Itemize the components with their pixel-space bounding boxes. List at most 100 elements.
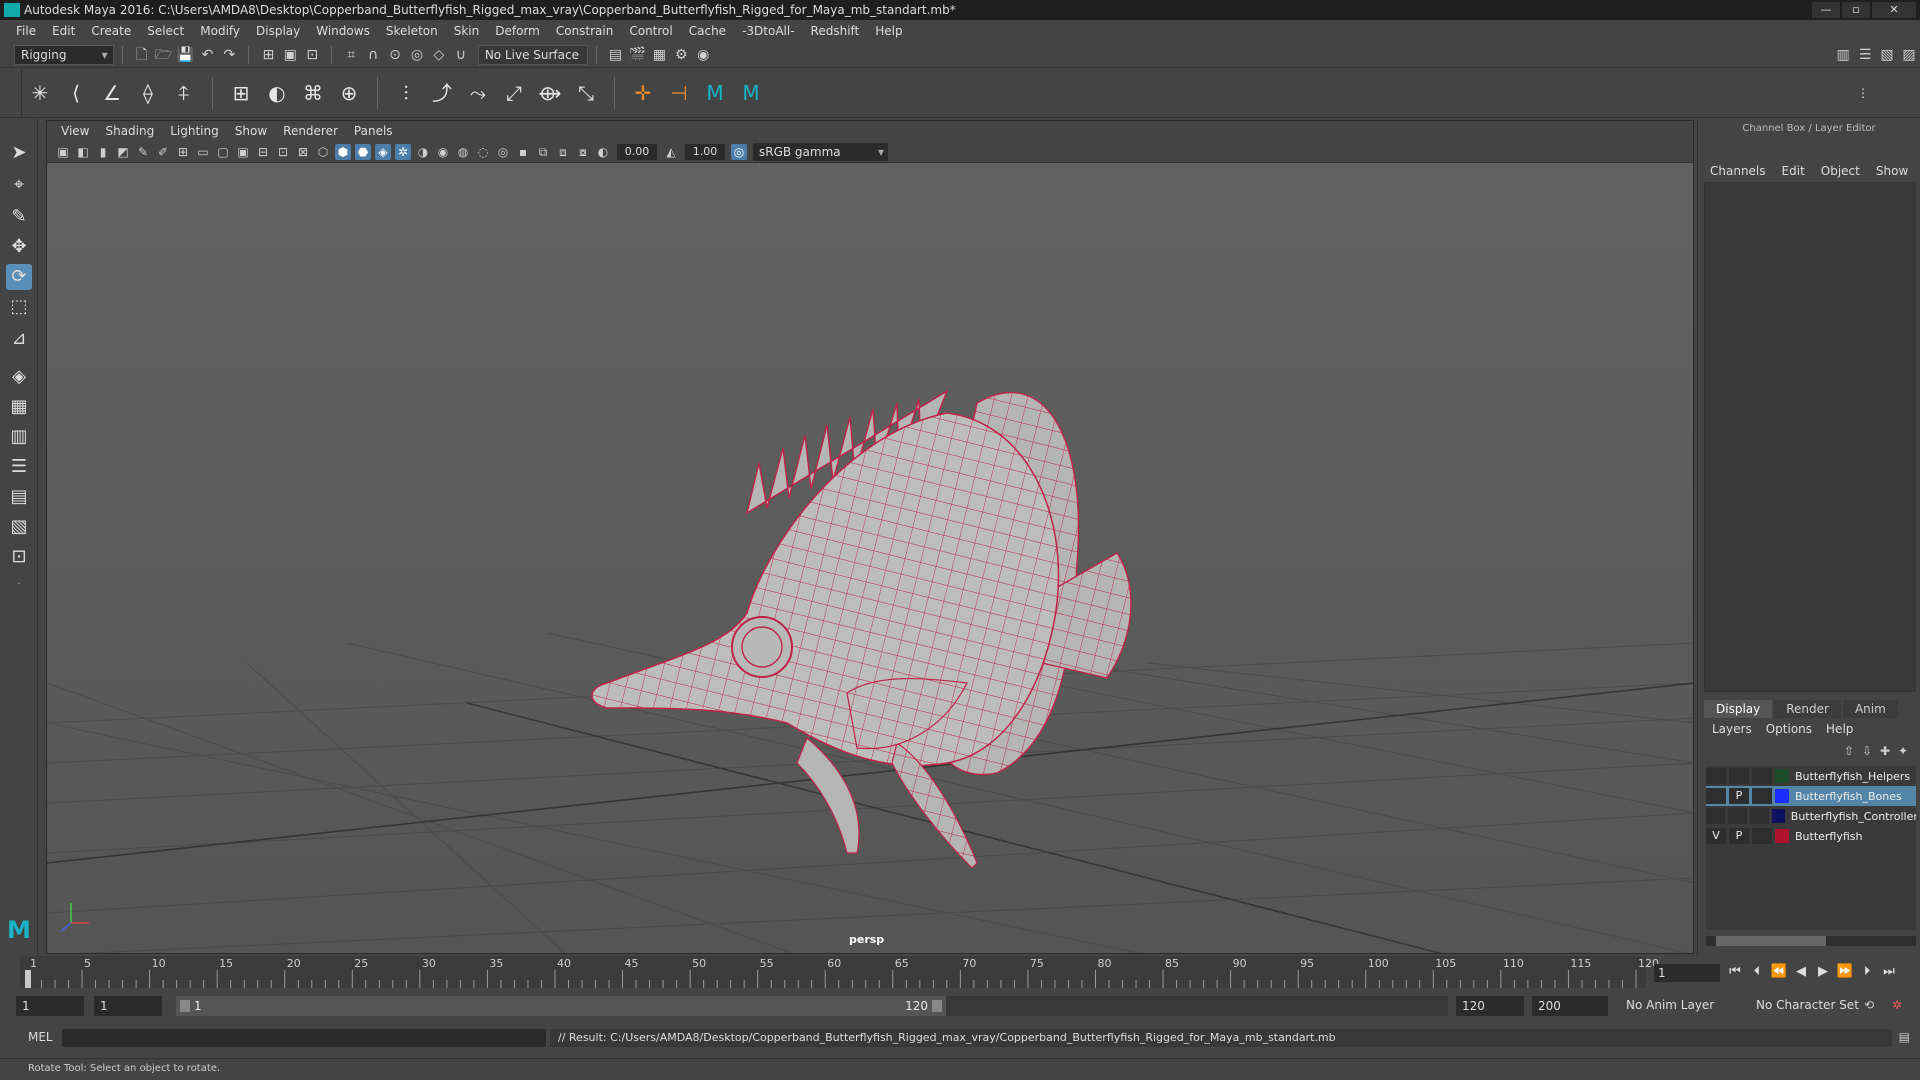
range-bar[interactable]: 1 120 <box>176 996 946 1016</box>
tab-render[interactable]: Render <box>1774 700 1841 718</box>
cluster-icon[interactable]: ◐ <box>263 79 291 107</box>
layer-display-type[interactable] <box>1752 768 1772 784</box>
camera-attributes-icon[interactable]: ◧ <box>75 144 91 160</box>
attribute-editor-icon[interactable]: ☰ <box>1856 46 1874 64</box>
shelf-scroll-icon[interactable]: ⋮ <box>1849 79 1877 107</box>
anim-layer-dropdown[interactable]: No Anim Layer <box>1626 998 1714 1012</box>
layer-color-swatch[interactable] <box>1775 829 1789 843</box>
wireframe-icon[interactable]: ⬡ <box>315 144 331 160</box>
xray-icon[interactable]: ⧉ <box>535 144 551 160</box>
play-forward-icon[interactable]: ▶ <box>1812 964 1834 979</box>
redo-icon[interactable]: ↷ <box>220 46 238 64</box>
smooth-bind-icon[interactable]: ⤴ <box>428 79 456 107</box>
preferences-icon[interactable]: ✲ <box>1892 998 1902 1012</box>
layout-more-icon[interactable]: ⊡ <box>6 544 32 570</box>
menu-control[interactable]: Control <box>621 24 680 38</box>
layer-playback-toggle[interactable]: P <box>1729 828 1749 844</box>
layer-visibility-toggle[interactable]: V <box>1706 828 1726 844</box>
snap-grid-icon[interactable]: ⌗ <box>342 46 360 64</box>
select-tool-icon[interactable]: ➤ <box>6 140 32 166</box>
color-management-icon[interactable]: ◎ <box>731 143 747 160</box>
step-forward-key-icon[interactable]: ⏩ <box>1834 964 1856 979</box>
menu-redshift[interactable]: Redshift <box>803 24 868 38</box>
menu-deform[interactable]: Deform <box>487 24 548 38</box>
ik-spline-icon[interactable]: ∠ <box>98 79 126 107</box>
rotate-tool-icon[interactable]: ⟳ <box>6 264 32 290</box>
two-d-pan-icon[interactable]: ✐ <box>155 144 171 160</box>
menu-skin[interactable]: Skin <box>446 24 488 38</box>
ik-handle-icon[interactable]: ⟨ <box>62 79 90 107</box>
live-surface-field[interactable]: No Live Surface <box>477 44 588 65</box>
auto-key-icon[interactable]: ⟲ <box>1864 998 1874 1012</box>
gamma-field[interactable]: 1.00 <box>685 143 725 160</box>
gamma-icon[interactable]: ◭ <box>663 144 679 160</box>
le-menu-layers[interactable]: Layers <box>1712 722 1752 736</box>
use-all-lights-icon[interactable]: ✲ <box>395 143 411 160</box>
layer-display-type[interactable] <box>1752 788 1772 804</box>
tab-display[interactable]: Display <box>1704 700 1773 718</box>
last-tool-icon[interactable]: ⊿ <box>6 326 32 352</box>
layer-color-swatch[interactable] <box>1771 809 1785 823</box>
maximize-button[interactable]: ▫ <box>1842 2 1870 18</box>
grease-pencil-icon[interactable]: ✎ <box>135 144 151 160</box>
safe-title-icon[interactable]: ⊠ <box>295 144 311 160</box>
step-back-key-icon[interactable]: ⏪ <box>1768 964 1790 979</box>
soft-mod-icon[interactable]: ⊕ <box>335 79 363 107</box>
move-layer-down-icon[interactable]: ⇩ <box>1858 744 1876 758</box>
time-slider-ticks[interactable]: 1 5 10 15 20 25 30 35 40 45 50 55 60 65 70 75 80 85 90 95 10… <box>0 956 1920 990</box>
cb-menu-show[interactable]: Show <box>1876 164 1908 178</box>
current-frame-field[interactable]: 1 <box>1654 964 1720 982</box>
workspace-modeling-icon[interactable]: ▥ <box>1834 46 1852 64</box>
menu-constrain[interactable]: Constrain <box>548 24 622 38</box>
joint-tool-icon[interactable]: ✳ <box>26 79 54 107</box>
ipr-render-icon[interactable]: ▦ <box>650 46 668 64</box>
menu-file[interactable]: File <box>8 24 44 38</box>
view-transform-dropdown[interactable]: sRGB gamma <box>753 142 888 161</box>
layer-display-type[interactable] <box>1752 828 1772 844</box>
shelf-handle[interactable] <box>0 68 22 117</box>
playback-start-field[interactable]: 1 <box>94 996 162 1016</box>
script-editor-icon[interactable]: ▤ <box>1899 1030 1910 1044</box>
select-component-icon[interactable]: ⊡ <box>303 46 321 64</box>
hypershade-icon[interactable]: ◉ <box>694 46 712 64</box>
snap-surface-icon[interactable]: ◇ <box>430 46 448 64</box>
xray-components-icon[interactable]: ⧇ <box>575 144 591 160</box>
layer-visibility-toggle[interactable] <box>1706 788 1726 804</box>
layer-playback-toggle[interactable]: P <box>1729 788 1749 804</box>
select-object-icon[interactable]: ▣ <box>281 46 299 64</box>
render-settings-icon[interactable]: ⚙ <box>672 46 690 64</box>
layer-row[interactable]: Butterflyfish_Controllers <box>1706 806 1916 826</box>
playback-end-field[interactable]: 120 <box>1456 996 1524 1016</box>
step-back-icon[interactable]: ⏴ <box>1746 964 1768 979</box>
maya-script-icon[interactable]: M <box>701 79 729 107</box>
scrollbar-thumb[interactable] <box>1716 936 1826 946</box>
undo-icon[interactable]: ↶ <box>199 46 217 64</box>
channel-box-area[interactable] <box>1704 182 1916 692</box>
vp-menu-show[interactable]: Show <box>227 124 275 138</box>
isolate-select-icon[interactable]: ▪ <box>515 144 531 160</box>
safe-action-icon[interactable]: ⊡ <box>275 144 291 160</box>
wireframe-on-shaded-icon[interactable]: ⬣ <box>355 143 371 160</box>
channel-box-icon[interactable]: ▨ <box>1900 46 1918 64</box>
smooth-shade-icon[interactable]: ⬢ <box>335 143 351 160</box>
menu-skeleton[interactable]: Skeleton <box>378 24 446 38</box>
render-view-icon[interactable]: ▤ <box>607 46 625 64</box>
aim-constraint-icon[interactable]: ⊣ <box>665 79 693 107</box>
menu-cache[interactable]: Cache <box>681 24 734 38</box>
menu-select[interactable]: Select <box>139 24 192 38</box>
bind-skin-icon[interactable]: ⫶ <box>392 79 420 107</box>
play-backward-icon[interactable]: ◀ <box>1790 964 1812 979</box>
layer-visibility-toggle[interactable] <box>1706 768 1726 784</box>
field-chart-icon[interactable]: ⊟ <box>255 144 271 160</box>
xray-joints-icon[interactable]: ⧈ <box>555 144 571 160</box>
resolution-gate-icon[interactable]: ▢ <box>215 144 231 160</box>
close-button[interactable]: ✕ <box>1872 2 1916 18</box>
motion-blur-icon[interactable]: ◍ <box>455 144 471 160</box>
layer-row[interactable]: V P Butterflyfish <box>1706 826 1916 846</box>
vp-menu-shading[interactable]: Shading <box>97 124 162 138</box>
layer-playback-toggle[interactable] <box>1729 768 1749 784</box>
end-time-field[interactable]: 200 <box>1532 996 1608 1016</box>
vp-menu-renderer[interactable]: Renderer <box>275 124 346 138</box>
multisample-icon[interactable]: ◌ <box>475 144 491 160</box>
gate-mask-icon[interactable]: ▣ <box>235 144 251 160</box>
